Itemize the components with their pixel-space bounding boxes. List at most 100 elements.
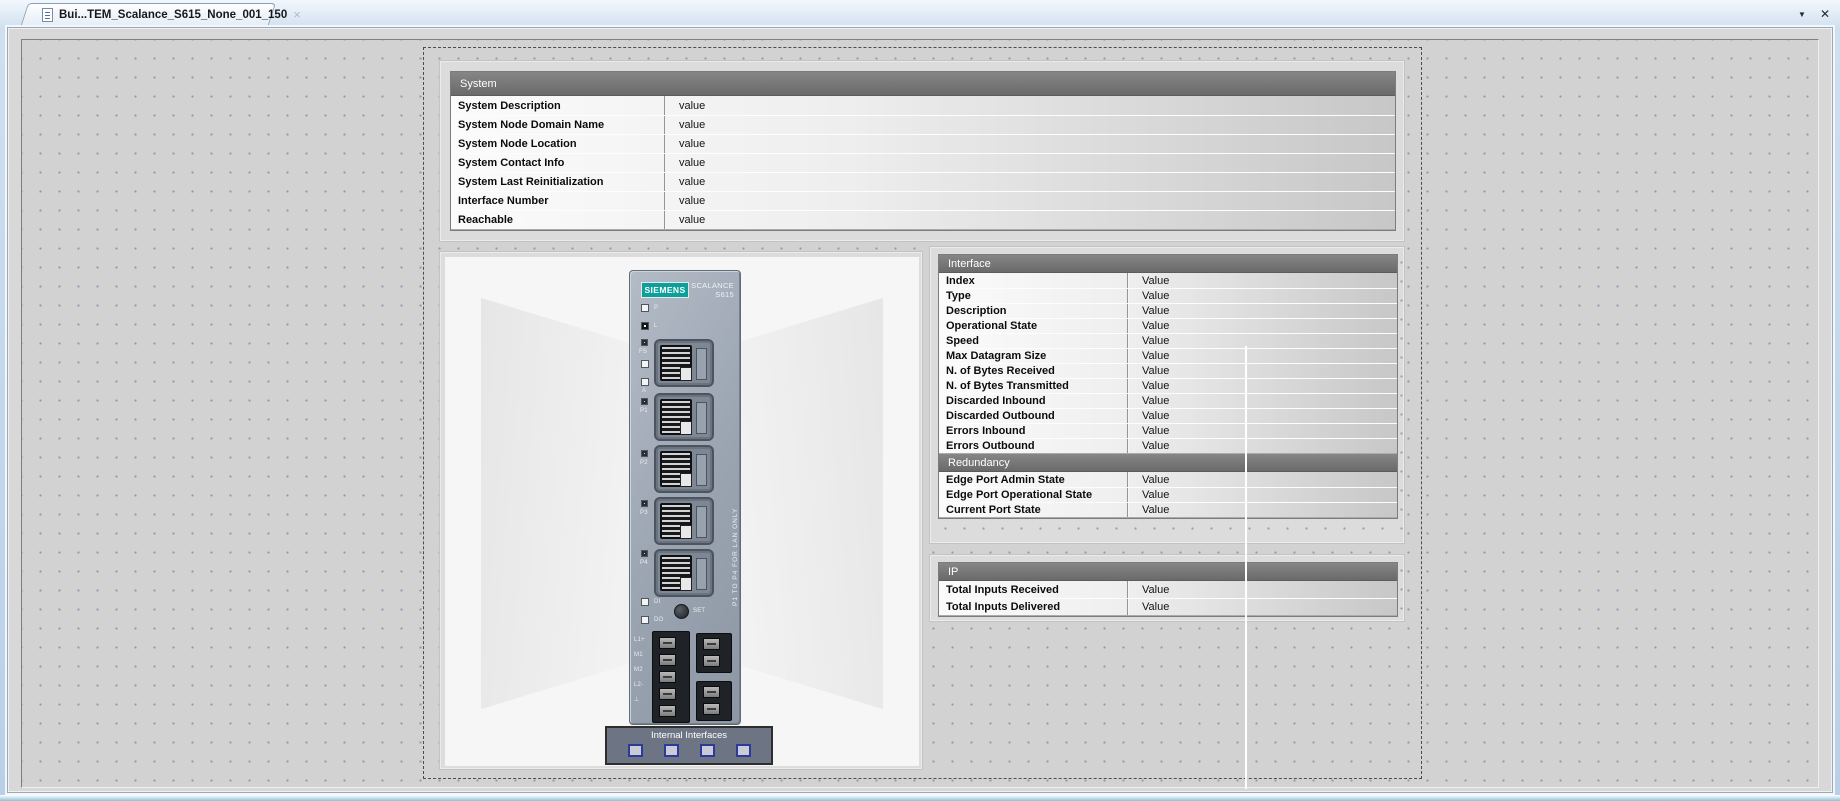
row-value: Value xyxy=(1128,394,1397,408)
internal-interface-indicator xyxy=(628,744,643,757)
table-row: Max Datagram SizeValue xyxy=(939,348,1397,364)
shading-wedge-right xyxy=(733,275,883,732)
row-label: Operational State xyxy=(939,319,1128,333)
row-value: Value xyxy=(1128,379,1397,393)
lan-only-vertical-text: P1 TO P4 FOR LAN ONLY xyxy=(732,421,739,606)
interface-table[interactable]: InterfaceIndexValueTypeValueDescriptionV… xyxy=(938,254,1398,519)
led-link-label: L xyxy=(654,323,658,330)
row-value: Value xyxy=(1128,472,1397,487)
tab-scalance-s615[interactable]: Bui...TEM_Scalance_S615_None_001_150 × xyxy=(28,3,276,27)
table-row: Current Port StateValue xyxy=(939,502,1397,518)
table-row: System Last Reinitializationvalue xyxy=(451,172,1395,192)
row-label: System Contact Info xyxy=(451,154,665,172)
table-row: Discarded InboundValue xyxy=(939,393,1397,409)
interface-group-panel[interactable]: InterfaceIndexValueTypeValueDescriptionV… xyxy=(929,246,1405,544)
internal-interfaces-box: Internal Interfaces xyxy=(605,726,773,765)
table-row: DescriptionValue xyxy=(939,303,1397,319)
row-value: Value xyxy=(1128,334,1397,348)
device-model-label: SCALANCE S615 xyxy=(691,281,734,299)
row-label: Total Inputs Received xyxy=(939,581,1128,598)
alignment-guide-line xyxy=(1245,346,1247,789)
row-value: Value xyxy=(1128,409,1397,423)
document-icon xyxy=(42,8,53,22)
port-1-label: P1 xyxy=(640,408,648,415)
model-line-2: S615 xyxy=(691,290,734,299)
application-window: { "window": { "tab_title": "Bui...TEM_Sc… xyxy=(0,0,1840,801)
led-digital-output xyxy=(641,616,649,624)
led-fault-signal-label: FS xyxy=(639,349,647,356)
row-value: Value xyxy=(1128,304,1397,318)
row-label: System Node Location xyxy=(451,135,665,153)
row-label: Edge Port Operational State xyxy=(939,488,1128,502)
table-row: System Contact Infovalue xyxy=(451,153,1395,173)
table-row: Interface Numbervalue xyxy=(451,191,1395,211)
terminal-l1-label: L1+ xyxy=(634,637,645,644)
editor-panel: SystemSystem DescriptionvalueSystem Node… xyxy=(7,27,1833,793)
led-do-label: DO xyxy=(654,617,663,624)
row-value: value xyxy=(665,154,1395,172)
table-row: Edge Port Admin StateValue xyxy=(939,472,1397,488)
row-label: Errors Outbound xyxy=(939,439,1128,453)
row-label: Reachable xyxy=(451,211,665,229)
led-status-2 xyxy=(641,378,649,386)
row-label: Speed xyxy=(939,334,1128,348)
row-label: Total Inputs Delivered xyxy=(939,599,1128,615)
row-label: Max Datagram Size xyxy=(939,349,1128,363)
table-row: Total Inputs ReceivedValue xyxy=(939,581,1397,599)
table-row: N. of Bytes TransmittedValue xyxy=(939,378,1397,394)
row-value: Value xyxy=(1128,488,1397,502)
tab-close-icon[interactable]: × xyxy=(293,9,301,21)
set-button-label: SET xyxy=(693,608,705,615)
table-row: System Node Domain Namevalue xyxy=(451,115,1395,135)
row-value: Value xyxy=(1128,273,1397,288)
tab-bar: Bui...TEM_Scalance_S615_None_001_150 × ▼… xyxy=(0,0,1840,27)
led-port-3 xyxy=(641,500,648,507)
led-port-1 xyxy=(641,398,648,405)
row-label: Index xyxy=(939,273,1128,288)
canvas-workspace[interactable]: SystemSystem DescriptionvalueSystem Node… xyxy=(21,39,1819,788)
device-image-panel[interactable]: SIEMENS SCALANCE S615 P L FS A P1 xyxy=(439,251,923,770)
row-value: Value xyxy=(1128,319,1397,333)
port-2-label: P2 xyxy=(640,460,648,467)
do-terminal-block xyxy=(696,681,732,721)
row-label: Discarded Outbound xyxy=(939,409,1128,423)
rj45-port-3 xyxy=(654,445,714,493)
row-label: Current Port State xyxy=(939,503,1128,517)
device-image: SIEMENS SCALANCE S615 P L FS A P1 xyxy=(445,257,919,766)
row-value: Value xyxy=(1128,439,1397,453)
row-value: Value xyxy=(1128,349,1397,363)
ip-group-panel[interactable]: IPTotal Inputs ReceivedValueTotal Inputs… xyxy=(929,554,1405,622)
row-label: System Node Domain Name xyxy=(451,116,665,134)
rj45-port-4 xyxy=(654,497,714,545)
led-power xyxy=(641,304,649,312)
window-list-arrow-icon[interactable]: ▼ xyxy=(1798,10,1806,19)
row-value: value xyxy=(665,116,1395,134)
led-a-label: A xyxy=(642,388,646,395)
table-row: Edge Port Operational StateValue xyxy=(939,487,1397,503)
window-close-icon[interactable]: ✕ xyxy=(1820,7,1830,21)
row-value: Value xyxy=(1128,289,1397,303)
led-di-label: DI xyxy=(654,599,660,606)
system-group-panel[interactable]: SystemSystem DescriptionvalueSystem Node… xyxy=(439,60,1405,242)
table-row: System Descriptionvalue xyxy=(451,96,1395,116)
row-label: Type xyxy=(939,289,1128,303)
row-label: Description xyxy=(939,304,1128,318)
terminal-l2-label: L2- xyxy=(634,682,643,689)
internal-interfaces-label: Internal Interfaces xyxy=(651,730,727,741)
ip-table[interactable]: IPTotal Inputs ReceivedValueTotal Inputs… xyxy=(938,562,1398,617)
system-table[interactable]: SystemSystem DescriptionvalueSystem Node… xyxy=(450,71,1396,231)
port-4-label: P4 xyxy=(640,560,648,567)
row-label: N. of Bytes Transmitted xyxy=(939,379,1128,393)
row-value: value xyxy=(665,96,1395,115)
terminal-m1-label: M1 xyxy=(634,652,643,659)
rj45-port-5 xyxy=(654,549,714,597)
led-power-label: P xyxy=(654,305,658,312)
table-row: System Node Locationvalue xyxy=(451,134,1395,154)
shading-wedge-left xyxy=(481,275,631,732)
rj45-port-2 xyxy=(654,393,714,441)
tab-title: Bui...TEM_Scalance_S615_None_001_150 xyxy=(59,9,287,21)
interface-section: InterfaceIndexValueTypeValueDescriptionV… xyxy=(939,255,1397,454)
terminal-ground-label: ⊥ xyxy=(634,697,639,704)
table-row: Operational StateValue xyxy=(939,318,1397,334)
internal-interface-indicator xyxy=(736,744,751,757)
